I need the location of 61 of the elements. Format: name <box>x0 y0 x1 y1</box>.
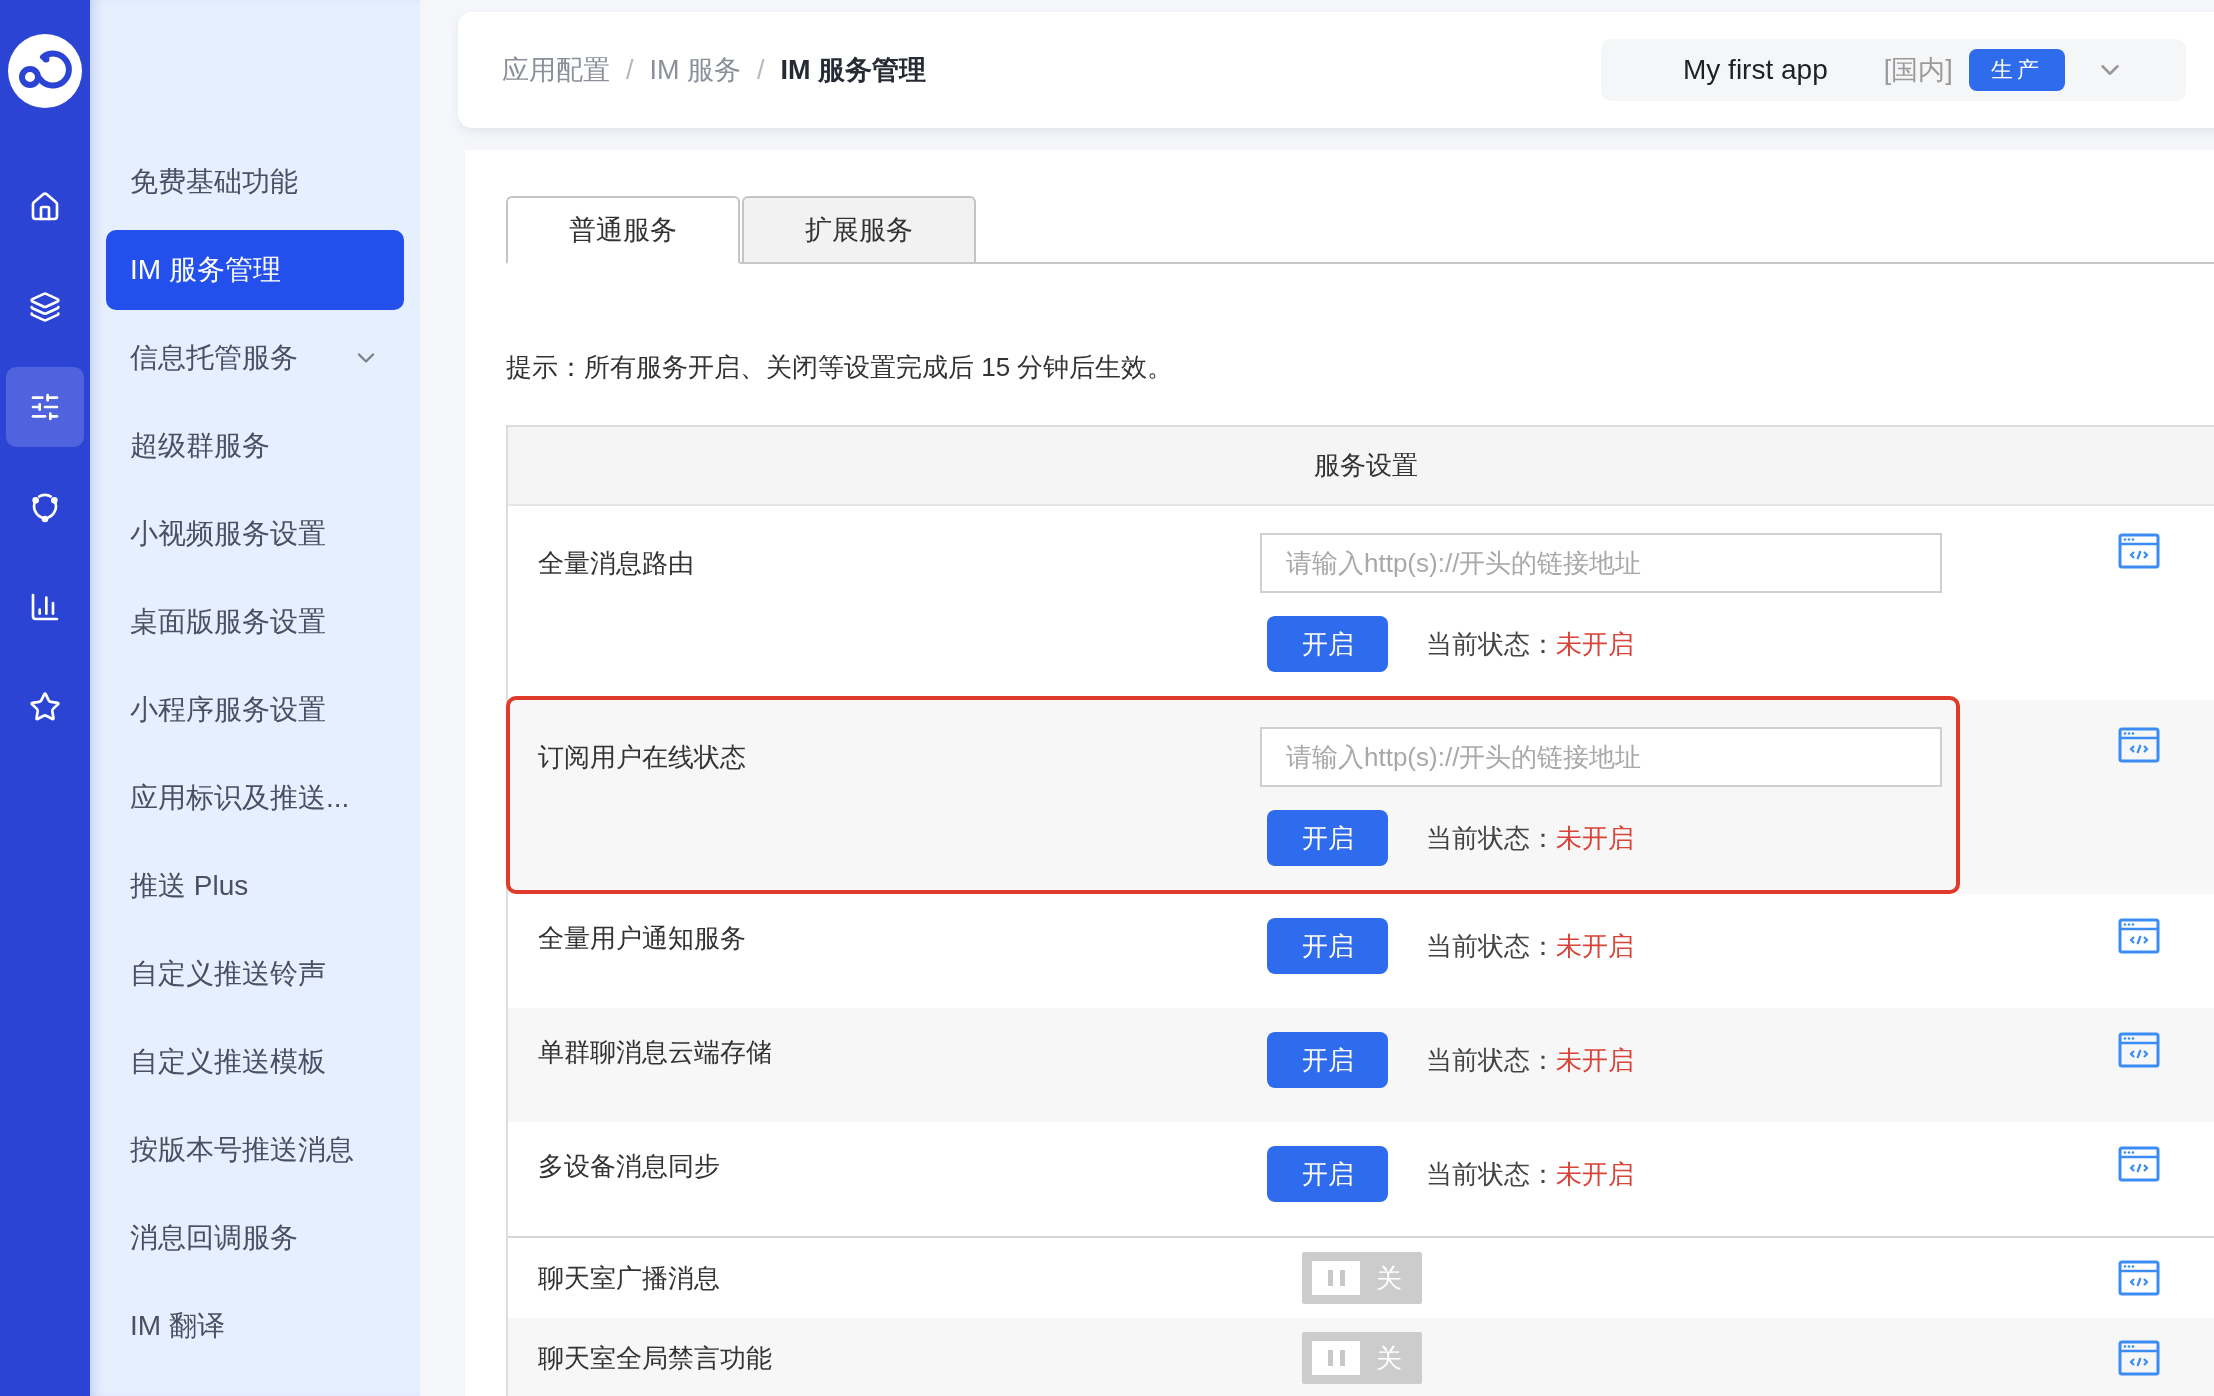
service-name: 全量消息路由 <box>537 547 695 580</box>
star-icon <box>29 691 61 723</box>
sidebar-item[interactable]: 小程序服务设置 <box>106 670 404 750</box>
url-input-field[interactable]: 请输入http(s)://开头的链接地址 <box>1260 727 1942 787</box>
service-name: 订阅用户在线状态 <box>537 741 747 774</box>
breadcrumb-separator: / <box>626 54 634 86</box>
enable-button[interactable]: 开启 <box>1267 810 1388 866</box>
sidebar-item[interactable]: 免费基础功能 <box>106 142 404 222</box>
app-selector[interactable]: My first app [国内] 生产 <box>1601 39 2186 101</box>
enable-button[interactable]: 开启 <box>1267 1032 1388 1088</box>
status-label: 当前状态： <box>1426 1043 1556 1077</box>
code-window-icon[interactable] <box>2118 918 2160 954</box>
status-label: 当前状态： <box>1426 821 1556 855</box>
status-value: 未开启 <box>1556 821 1634 855</box>
breadcrumb-item: IM 服务管理 <box>780 54 927 87</box>
code-window-icon[interactable] <box>2118 1032 2160 1068</box>
hint-text: 提示：所有服务开启、关闭等设置完成后 15 分钟后生效。 <box>506 351 1175 384</box>
table-header: 服务设置 <box>508 427 2214 506</box>
sidebar-item[interactable]: IM 翻译 <box>106 1286 404 1366</box>
layers-icon <box>29 291 61 323</box>
sidebar-item[interactable]: IM 服务管理 <box>106 230 404 310</box>
nav-rail-button[interactable] <box>6 367 84 447</box>
service-name: 多设备消息同步 <box>537 1150 721 1183</box>
sidebar-item[interactable]: 应用标识及推送... <box>106 758 404 838</box>
cycle-icon <box>29 491 61 523</box>
status-value: 未开启 <box>1556 1157 1634 1191</box>
code-window-icon[interactable] <box>2118 1146 2160 1182</box>
sidebar-item[interactable]: 消息回调服务 <box>106 1198 404 1278</box>
sidebar-item[interactable]: 信息托管服务 <box>106 318 404 398</box>
tab[interactable]: 扩展服务 <box>742 196 976 264</box>
sidebar-item[interactable]: 按版本号推送消息 <box>106 1110 404 1190</box>
service-name: 聊天室全局禁言功能 <box>537 1342 773 1375</box>
sidebar-item[interactable]: 推送 Plus <box>106 846 404 926</box>
service-name: 全量用户通知服务 <box>537 922 747 955</box>
code-window-icon[interactable] <box>2118 1260 2160 1296</box>
code-window-icon[interactable] <box>2118 727 2160 763</box>
bar-chart-icon <box>29 591 61 623</box>
enable-button[interactable]: 开启 <box>1267 918 1388 974</box>
status-label: 当前状态： <box>1426 929 1556 963</box>
sidebar-item[interactable]: 自定义推送铃声 <box>106 934 404 1014</box>
sidebar-item[interactable]: 自定义推送模板 <box>106 1022 404 1102</box>
url-input-field[interactable]: 请输入http(s)://开头的链接地址 <box>1260 533 1942 593</box>
status-value: 未开启 <box>1556 627 1634 661</box>
code-window-icon[interactable] <box>2118 533 2160 569</box>
environment-tag: 生产 <box>1968 49 2065 91</box>
status-value: 未开启 <box>1556 1043 1634 1077</box>
sidebar-item[interactable]: 桌面版服务设置 <box>106 582 404 662</box>
sidebar-item[interactable]: 超级群服务 <box>106 406 404 486</box>
sliders-icon <box>29 391 61 423</box>
enable-button[interactable]: 开启 <box>1267 616 1388 672</box>
status-label: 当前状态： <box>1426 1157 1556 1191</box>
home-icon <box>29 191 61 223</box>
status-value: 未开启 <box>1556 929 1634 963</box>
enable-button[interactable]: 开启 <box>1267 1146 1388 1202</box>
service-name: 单群聊消息云端存储 <box>537 1036 773 1069</box>
sidebar-item[interactable]: 小视频服务设置 <box>106 494 404 574</box>
status-label: 当前状态： <box>1426 627 1556 661</box>
service-name: 聊天室广播消息 <box>537 1262 721 1295</box>
code-window-icon[interactable] <box>2118 1340 2160 1376</box>
tab[interactable]: 普通服务 <box>506 196 740 264</box>
breadcrumb-separator: / <box>757 54 765 86</box>
